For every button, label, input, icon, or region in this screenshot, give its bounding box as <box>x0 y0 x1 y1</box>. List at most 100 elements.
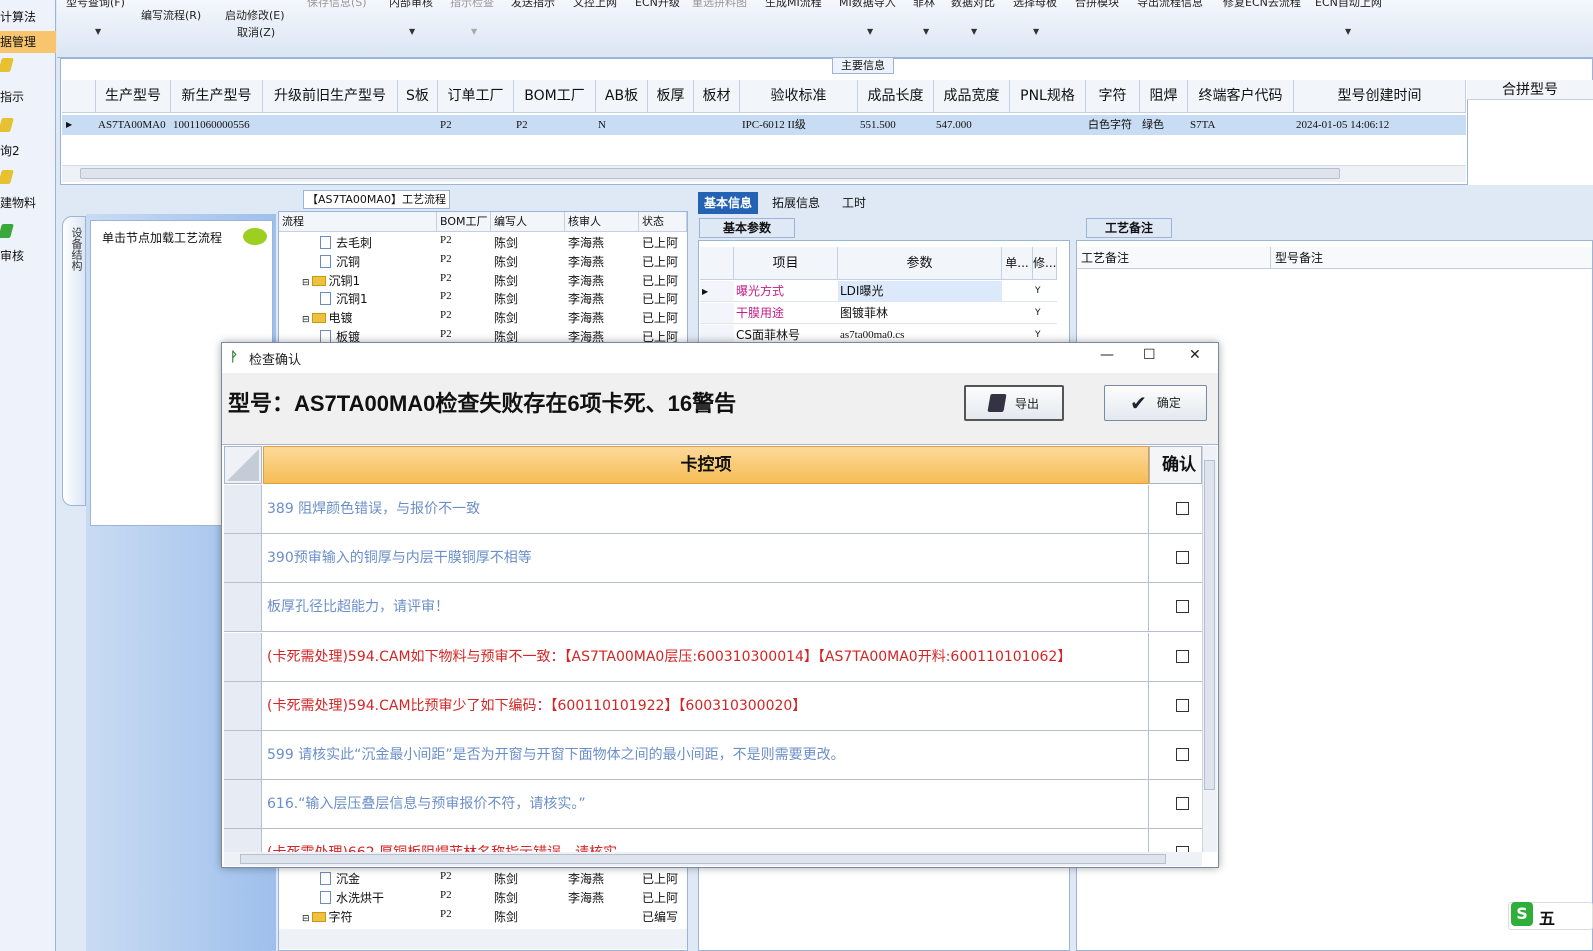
confirm-checkbox[interactable] <box>1176 502 1189 515</box>
col-header[interactable]: 成品长度 <box>858 80 934 113</box>
minimize-icon[interactable]: — <box>1100 347 1114 363</box>
table-row[interactable]: (卡死需处理)662.厚铜板阻焊菲林名称指示错误，请核实 <box>224 829 1202 852</box>
row-selector[interactable] <box>224 731 262 779</box>
tab-work-hours[interactable]: 工时 <box>836 192 872 214</box>
nav-item-2[interactable]: 指示 <box>0 86 56 108</box>
tree-node[interactable]: 沉金 <box>320 870 360 887</box>
row-selector[interactable] <box>224 485 262 533</box>
row-indicator[interactable]: ▶ <box>700 281 734 302</box>
col-header[interactable]: 终端客户代码 <box>1188 80 1294 113</box>
nav-item-1[interactable]: 据管理 <box>0 31 56 53</box>
row-selector[interactable] <box>224 534 262 583</box>
col-header[interactable]: 订单工厂 <box>438 80 514 113</box>
tree-col-header[interactable]: 流程 <box>279 212 437 232</box>
confirm-checkbox[interactable] <box>1176 698 1189 712</box>
table-row[interactable]: 板厚孔径比超能力，请评审！ <box>224 583 1202 633</box>
col-header[interactable]: 型号创建时间 <box>1294 80 1466 113</box>
param-col-header[interactable]: 修... <box>1033 247 1057 280</box>
table-row[interactable]: (卡死需处理)594.CAM比预审少了如下编码：【600110101922】【6… <box>224 681 1202 731</box>
toolbar-send[interactable]: 发送指示 <box>511 0 555 10</box>
tab-basic-info[interactable]: 基本信息 <box>698 192 759 214</box>
toolbar-mi-import[interactable]: MI数据导入 <box>839 0 896 10</box>
toolbar-merge[interactable]: 合拼模块 <box>1075 0 1119 10</box>
tree-col-header[interactable]: BOM工厂 <box>437 212 491 232</box>
expand-icon[interactable]: ⊟ <box>302 914 310 924</box>
confirm-checkbox[interactable] <box>1176 797 1189 811</box>
col-header[interactable]: 升级前旧生产型号 <box>263 80 398 113</box>
col-header[interactable]: PNL规格 <box>1010 80 1086 113</box>
tree-node[interactable]: 沉铜1 <box>320 290 368 307</box>
col-header[interactable]: 验收标准 <box>740 80 858 113</box>
vertical-tab[interactable]: 设备结构 <box>62 216 86 506</box>
col-header[interactable]: 字符 <box>1086 80 1140 113</box>
tree-node[interactable]: 水洗烘干 <box>320 889 384 906</box>
grid-corner[interactable] <box>62 80 96 113</box>
col-header[interactable]: 板材 <box>694 80 740 113</box>
table-row[interactable]: 389 阻焊颜色错误，与报价不一致 <box>224 485 1202 534</box>
tree-node[interactable]: ⊟ 字符 <box>302 908 353 925</box>
param-col-header[interactable]: 单... <box>1002 247 1033 280</box>
row-selector[interactable] <box>224 632 262 681</box>
col-header[interactable]: 阻焊 <box>1140 80 1188 113</box>
param-col-header[interactable]: 项目 <box>734 247 838 280</box>
toolbar-compare[interactable]: 数据对比 <box>951 0 995 10</box>
grid-corner[interactable] <box>224 446 262 484</box>
close-icon[interactable]: ✕ <box>1189 347 1201 363</box>
expand-icon[interactable]: ⊟ <box>302 278 310 288</box>
toolbar-doc-online[interactable]: 文控上网 <box>573 0 617 10</box>
tree-col-header[interactable]: 编写人 <box>491 212 565 232</box>
col-header-confirm[interactable]: 确认 <box>1149 446 1202 484</box>
nav-item-5[interactable]: 审核 <box>0 245 56 267</box>
toolbar-query[interactable]: 型号查询(F) <box>66 0 125 10</box>
scrollbar-thumb[interactable] <box>80 168 1340 179</box>
col-header[interactable]: 生产型号 <box>96 80 171 113</box>
col-header[interactable]: AB板 <box>596 80 648 113</box>
toolbar-save[interactable]: 保存信息(S) <box>307 0 367 10</box>
toolbar-mother[interactable]: 选择母板 <box>1013 0 1057 10</box>
col-header[interactable]: 板厚 <box>648 80 694 113</box>
row-selector[interactable] <box>224 681 262 730</box>
ok-button[interactable]: ✔ 确定 <box>1104 385 1207 421</box>
col-header[interactable]: S板 <box>398 80 438 113</box>
toolbar-fix-ecn[interactable]: 修复ECN去流程 <box>1223 0 1301 10</box>
horizontal-scrollbar[interactable] <box>279 929 687 949</box>
col-header[interactable]: 成品宽度 <box>934 80 1010 113</box>
table-row[interactable]: 599 请核实此“沉金最小间距”是否为开窗与开窗下面物体之间的最小间距，不是则需… <box>224 731 1202 780</box>
export-button[interactable]: 导出 <box>964 385 1064 421</box>
nav-item-3[interactable]: 询2 <box>0 140 56 162</box>
row-selector[interactable] <box>224 583 262 632</box>
param-value[interactable]: 图镀菲林 <box>838 303 1002 324</box>
table-row[interactable]: 616.“输入层压叠层信息与预审报价不符，请核实。” <box>224 780 1202 830</box>
row-selector[interactable] <box>224 829 262 852</box>
toolbar-start-edit[interactable]: 启动修改(E) <box>225 7 285 23</box>
param-col-header[interactable]: 参数 <box>838 247 1002 280</box>
tab-process-notes[interactable]: 工艺备注 <box>1086 218 1172 238</box>
scrollbar-thumb[interactable] <box>240 854 1166 864</box>
toolbar-reselect[interactable]: 重选拼料图 <box>692 0 747 10</box>
col-header[interactable]: 新生产型号 <box>171 80 263 113</box>
tree-node[interactable]: ⊟ 沉铜1 <box>302 272 360 289</box>
tree-col-header[interactable]: 核审人 <box>565 212 639 232</box>
row-indicator[interactable] <box>700 303 734 324</box>
col-header[interactable]: BOM工厂 <box>514 80 596 113</box>
nav-item-4[interactable]: 建物料 <box>0 192 56 214</box>
nav-item-0[interactable]: 计算法 <box>0 6 56 28</box>
maximize-icon[interactable]: ☐ <box>1143 347 1156 363</box>
scrollbar-thumb[interactable] <box>1204 460 1215 790</box>
toolbar-check[interactable]: 指示检查 <box>450 0 494 10</box>
tree-node[interactable]: ⊟ 电镀 <box>302 309 353 326</box>
confirm-checkbox[interactable] <box>1176 649 1189 663</box>
param-value[interactable]: LDI曝光 <box>838 281 1002 302</box>
toolbar-ecn-upgrade[interactable]: ECN升级 <box>635 0 680 10</box>
toolbar-internal-audit[interactable]: 内部审核 <box>389 0 433 10</box>
col-header-check-item[interactable]: 卡控项 <box>263 446 1149 484</box>
tab-basic-params[interactable]: 基本参数 <box>699 218 795 238</box>
toolbar-export-flow[interactable]: 导出流程信息 <box>1137 0 1203 10</box>
table-row[interactable]: (卡死需处理)594.CAM如下物料与预审不一致：【AS7TA00MA0层压:6… <box>224 632 1202 682</box>
tree-col-header[interactable]: 状态 <box>639 212 687 232</box>
confirm-checkbox[interactable] <box>1176 748 1189 761</box>
row-selector[interactable] <box>224 780 262 829</box>
toolbar-edit-flow[interactable]: 编写流程(R) <box>141 7 201 23</box>
tree-node[interactable]: 去毛刺 <box>320 234 372 251</box>
tree-node[interactable]: 沉铜 <box>320 253 360 270</box>
